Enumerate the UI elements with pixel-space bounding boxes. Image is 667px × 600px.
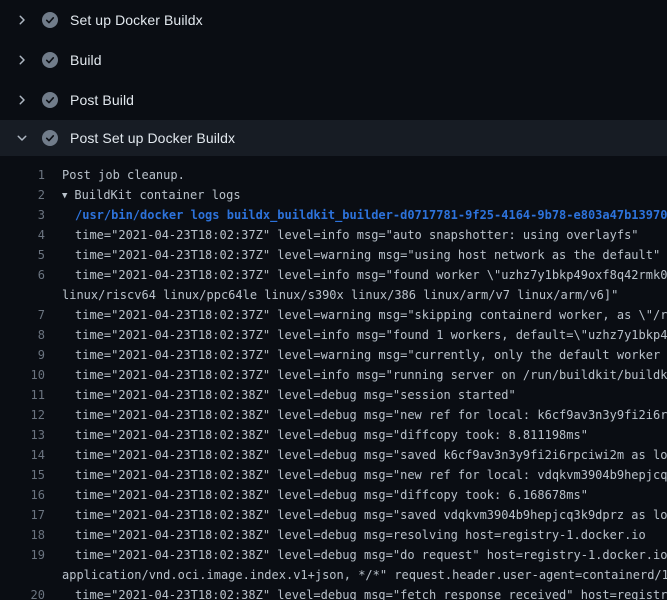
- log-line: 1Post job cleanup.: [0, 165, 667, 185]
- log-line-number: [0, 565, 45, 585]
- log-line-number: [0, 285, 45, 305]
- step-label: Set up Docker Buildx: [70, 12, 203, 28]
- log-line: 18time="2021-04-23T18:02:38Z" level=debu…: [0, 525, 667, 545]
- log-line-number[interactable]: 20: [0, 585, 45, 600]
- log-line-number[interactable]: 15: [0, 465, 45, 485]
- log-line-text: linux/riscv64 linux/ppc64le linux/s390x …: [45, 285, 618, 305]
- log-line-text: time="2021-04-23T18:02:38Z" level=debug …: [45, 505, 667, 525]
- log-line-number[interactable]: 2: [0, 185, 45, 205]
- chevron-right-icon[interactable]: [15, 93, 29, 107]
- log-line: 16time="2021-04-23T18:02:38Z" level=debu…: [0, 485, 667, 505]
- step-label: Post Build: [70, 92, 134, 108]
- log-line-number[interactable]: 19: [0, 545, 45, 565]
- log-line-text: time="2021-04-23T18:02:37Z" level=warnin…: [45, 345, 667, 365]
- log-line: 12time="2021-04-23T18:02:38Z" level=debu…: [0, 405, 667, 425]
- check-circle-icon: [42, 130, 58, 146]
- log-line: 20time="2021-04-23T18:02:38Z" level=debu…: [0, 585, 667, 600]
- log-viewer: 1Post job cleanup.2 ▼ BuildKit container l…: [0, 156, 667, 600]
- log-line-number[interactable]: 6: [0, 265, 45, 285]
- step-label: Post Set up Docker Buildx: [70, 130, 235, 146]
- log-line-number[interactable]: 7: [0, 305, 45, 325]
- group-title[interactable]: BuildKit container logs: [74, 188, 240, 202]
- log-line-number[interactable]: 14: [0, 445, 45, 465]
- log-line: 7time="2021-04-23T18:02:37Z" level=warni…: [0, 305, 667, 325]
- log-line-text: time="2021-04-23T18:02:38Z" level=debug …: [45, 445, 667, 465]
- log-line-number[interactable]: 11: [0, 385, 45, 405]
- step-label: Build: [70, 52, 102, 68]
- step-row-build[interactable]: Build: [0, 40, 667, 80]
- log-line: 3/usr/bin/docker logs buildx_buildkit_bu…: [0, 205, 667, 225]
- log-line: 2 ▼ BuildKit container logs: [0, 185, 667, 205]
- log-line: 8time="2021-04-23T18:02:37Z" level=info …: [0, 325, 667, 345]
- log-command-text[interactable]: /usr/bin/docker logs buildx_buildkit_bui…: [45, 205, 667, 225]
- check-circle-icon: [42, 52, 58, 68]
- log-line: 6time="2021-04-23T18:02:37Z" level=info …: [0, 265, 667, 285]
- chevron-down-icon[interactable]: [15, 131, 29, 145]
- log-line-text: time="2021-04-23T18:02:38Z" level=debug …: [45, 525, 646, 545]
- log-line-text: time="2021-04-23T18:02:38Z" level=debug …: [45, 425, 588, 445]
- log-line: 9time="2021-04-23T18:02:37Z" level=warni…: [0, 345, 667, 365]
- log-line-text: Post job cleanup.: [45, 165, 185, 185]
- log-line-text: time="2021-04-23T18:02:37Z" level=info m…: [45, 325, 667, 345]
- log-line: 13time="2021-04-23T18:02:38Z" level=debu…: [0, 425, 667, 445]
- log-line-number[interactable]: 9: [0, 345, 45, 365]
- log-line: linux/riscv64 linux/ppc64le linux/s390x …: [0, 285, 667, 305]
- log-line-number[interactable]: 12: [0, 405, 45, 425]
- log-line: 5time="2021-04-23T18:02:37Z" level=warni…: [0, 245, 667, 265]
- log-line-text: time="2021-04-23T18:02:38Z" level=debug …: [45, 385, 516, 405]
- log-line-number[interactable]: 8: [0, 325, 45, 345]
- log-line-number[interactable]: 13: [0, 425, 45, 445]
- log-line-number[interactable]: 10: [0, 365, 45, 385]
- log-line-text: time="2021-04-23T18:02:37Z" level=info m…: [45, 225, 639, 245]
- log-line-number[interactable]: 18: [0, 525, 45, 545]
- check-circle-icon: [42, 12, 58, 28]
- log-line: 15time="2021-04-23T18:02:38Z" level=debu…: [0, 465, 667, 485]
- log-line-text: time="2021-04-23T18:02:38Z" level=debug …: [45, 545, 667, 565]
- log-line-number[interactable]: 16: [0, 485, 45, 505]
- log-line: 4time="2021-04-23T18:02:37Z" level=info …: [0, 225, 667, 245]
- log-line-text: time="2021-04-23T18:02:38Z" level=debug …: [45, 585, 667, 600]
- chevron-right-icon[interactable]: [15, 13, 29, 27]
- log-line: application/vnd.oci.image.index.v1+json,…: [0, 565, 667, 585]
- log-line: 10time="2021-04-23T18:02:37Z" level=info…: [0, 365, 667, 385]
- step-row-set-up-docker-buildx[interactable]: Set up Docker Buildx: [0, 0, 667, 40]
- step-row-post-build[interactable]: Post Build: [0, 80, 667, 120]
- log-line-text: time="2021-04-23T18:02:37Z" level=info m…: [45, 265, 667, 285]
- group-toggle-icon[interactable]: ▼: [62, 186, 67, 205]
- log-line-text: time="2021-04-23T18:02:38Z" level=debug …: [45, 485, 588, 505]
- log-line-text: time="2021-04-23T18:02:38Z" level=debug …: [45, 465, 667, 485]
- log-line-text: ▼ BuildKit container logs: [45, 185, 241, 205]
- log-line-text: time="2021-04-23T18:02:38Z" level=debug …: [45, 405, 667, 425]
- log-line-number[interactable]: 4: [0, 225, 45, 245]
- log-line-text: time="2021-04-23T18:02:37Z" level=warnin…: [45, 245, 660, 265]
- log-line-number[interactable]: 1: [0, 165, 45, 185]
- log-line: 17time="2021-04-23T18:02:38Z" level=debu…: [0, 505, 667, 525]
- log-line-text: application/vnd.oci.image.index.v1+json,…: [45, 565, 667, 585]
- log-line-number[interactable]: 3: [0, 205, 45, 225]
- log-line: 14time="2021-04-23T18:02:38Z" level=debu…: [0, 445, 667, 465]
- log-line-text: time="2021-04-23T18:02:37Z" level=warnin…: [45, 305, 667, 325]
- log-line: 11time="2021-04-23T18:02:38Z" level=debu…: [0, 385, 667, 405]
- log-line-number[interactable]: 17: [0, 505, 45, 525]
- steps-list: Set up Docker Buildx Build Post Build Post …: [0, 0, 667, 156]
- log-line-number[interactable]: 5: [0, 245, 45, 265]
- step-row-post-set-up-docker-buildx[interactable]: Post Set up Docker Buildx: [0, 120, 667, 156]
- chevron-right-icon[interactable]: [15, 53, 29, 67]
- log-line: 19time="2021-04-23T18:02:38Z" level=debu…: [0, 545, 667, 565]
- log-line-text: time="2021-04-23T18:02:37Z" level=info m…: [45, 365, 667, 385]
- check-circle-icon: [42, 92, 58, 108]
